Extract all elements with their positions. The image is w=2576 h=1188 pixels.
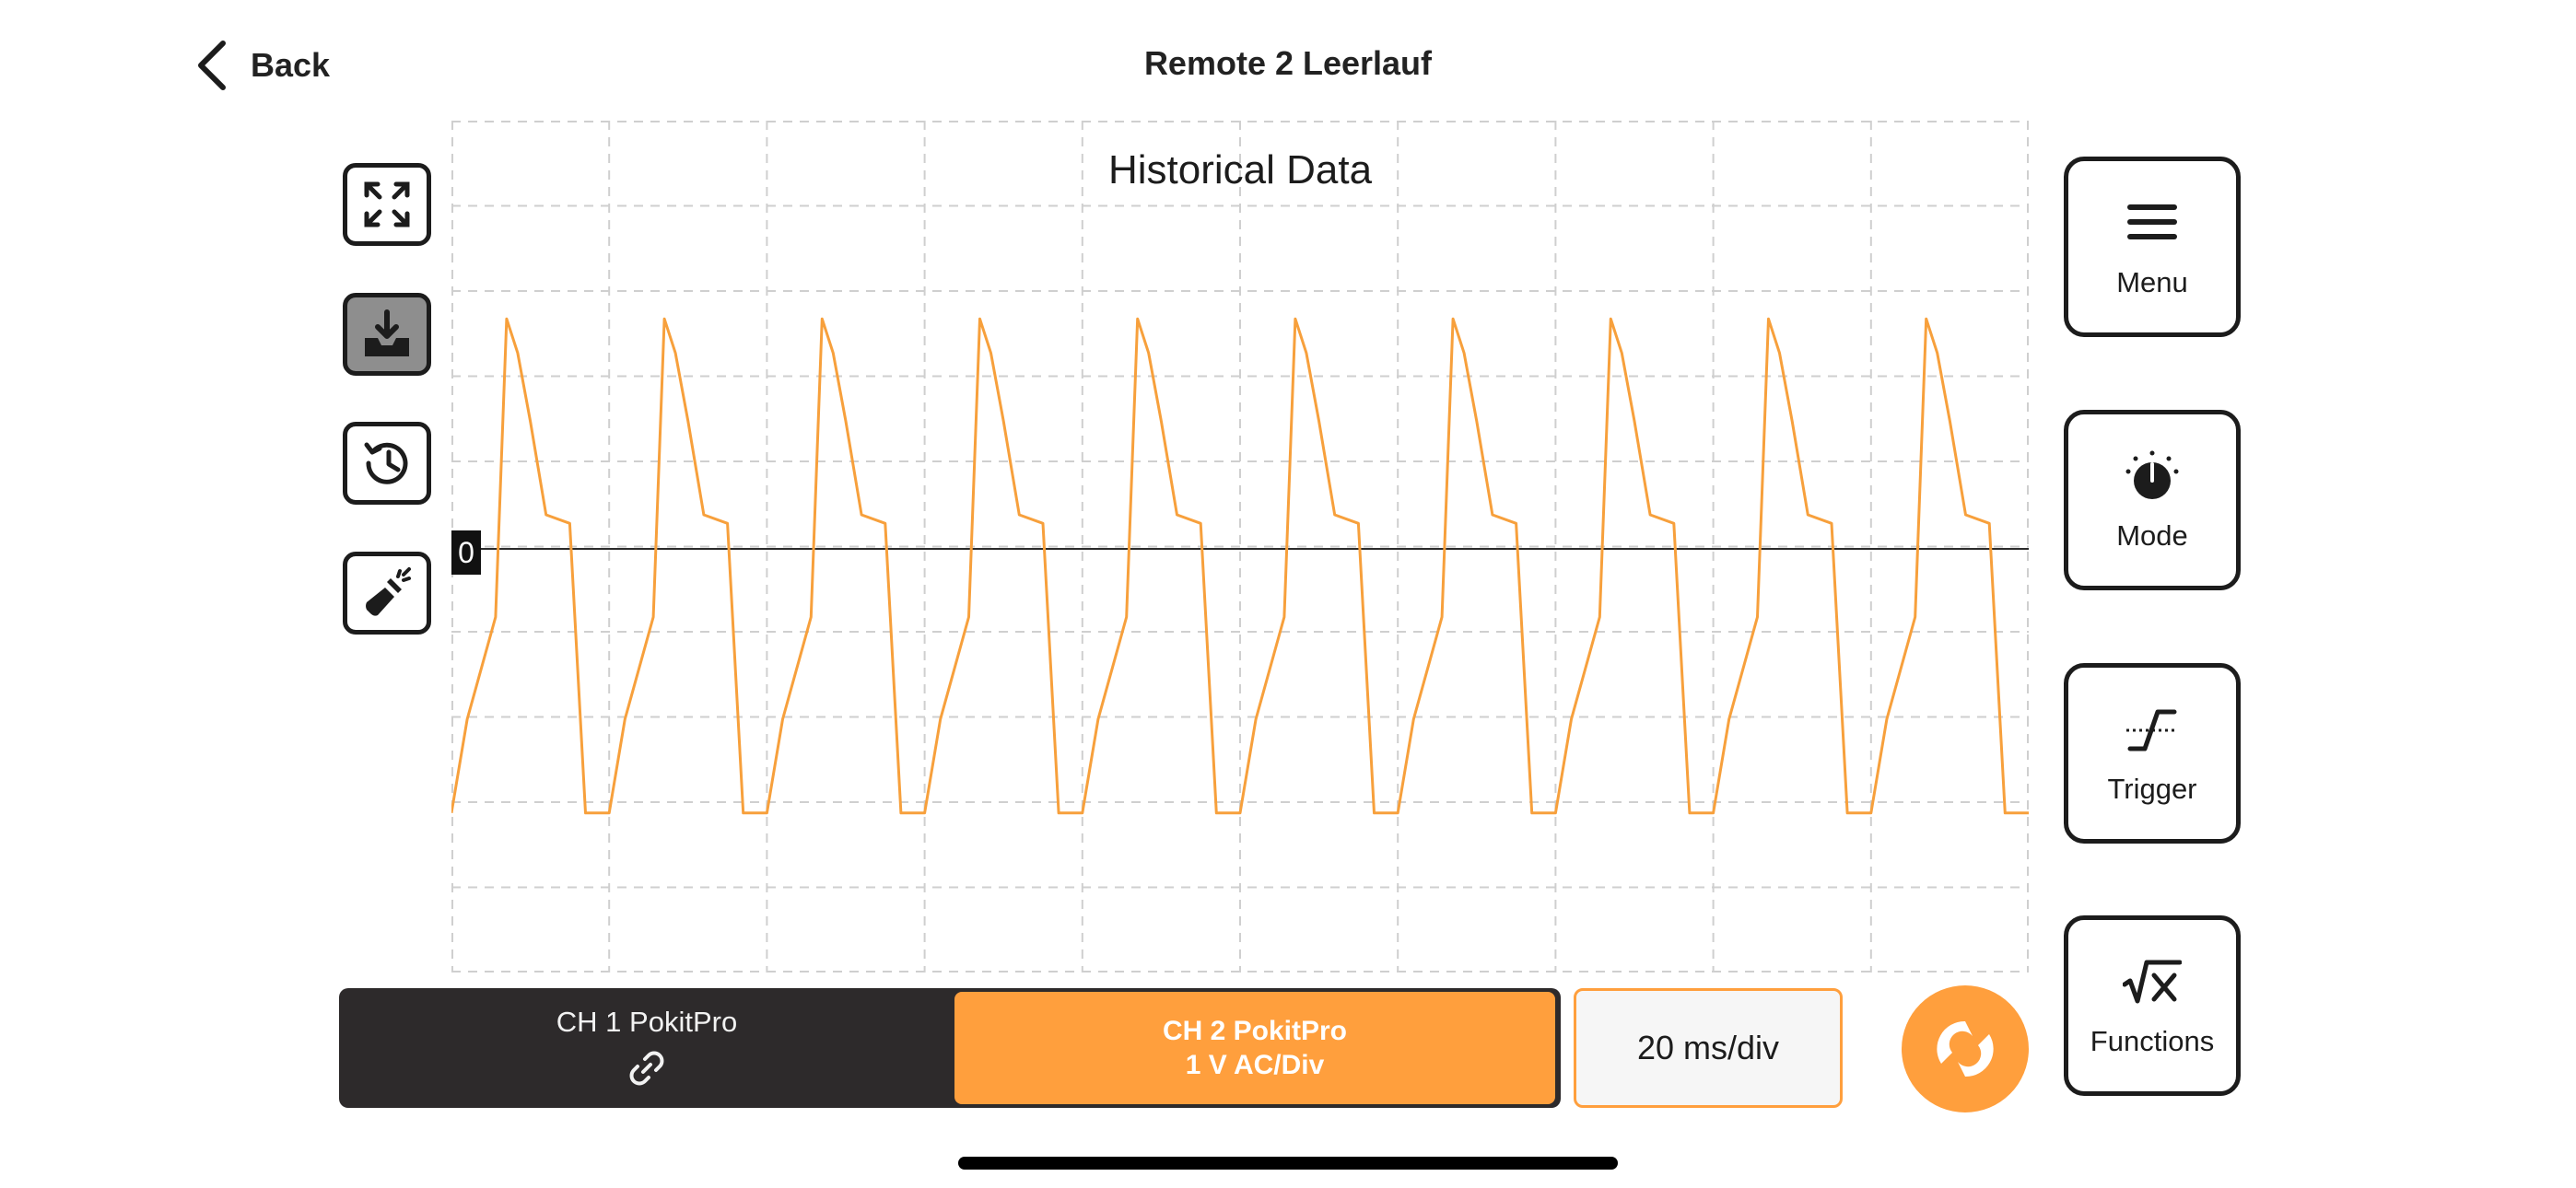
run-stop-button[interactable] (1902, 985, 2029, 1112)
waveform-plot[interactable] (451, 121, 2029, 973)
channel-2-scale: 1 V AC/Div (1185, 1050, 1325, 1080)
fullscreen-icon (364, 181, 410, 227)
page-title: Remote 2 Leerlauf (1143, 44, 1433, 82)
flashlight-button[interactable] (343, 552, 431, 635)
refresh-icon (1937, 1020, 1994, 1077)
trigger-icon (2126, 709, 2178, 751)
trigger-button[interactable]: Trigger (2064, 663, 2241, 844)
sqrt-x-icon (2123, 960, 2182, 1004)
history-icon (364, 442, 408, 484)
download-icon (365, 309, 409, 356)
timebase-selector[interactable]: 20 ms/div (1574, 988, 1843, 1108)
menu-icon (2127, 204, 2177, 239)
channel-1-tab[interactable]: CH 1 PokitPro (339, 988, 954, 1108)
download-button[interactable] (343, 293, 431, 376)
flashlight-icon (366, 567, 411, 616)
menu-button[interactable]: Menu (2064, 157, 2241, 337)
menu-label: Menu (2116, 266, 2188, 298)
plot-title: Historical Data (1107, 147, 1373, 192)
home-indicator (958, 1157, 1618, 1170)
channel-2-tab[interactable]: CH 2 PokitPro 1 V AC/Div (954, 992, 1555, 1104)
channel-1-label: CH 1 PokitPro (556, 1006, 738, 1038)
link-icon (629, 1051, 664, 1086)
functions-button[interactable]: Functions (2064, 915, 2241, 1096)
channel-2-label: CH 2 PokitPro (1162, 1015, 1348, 1046)
knob-icon (2125, 450, 2179, 499)
fullscreen-button[interactable] (343, 163, 431, 246)
history-button[interactable] (343, 422, 431, 505)
functions-label: Functions (2090, 1025, 2215, 1057)
trigger-label: Trigger (2107, 773, 2197, 805)
zero-level-marker[interactable]: 0 (451, 530, 481, 575)
mode-label: Mode (2116, 519, 2188, 552)
mode-button[interactable]: Mode (2064, 410, 2241, 590)
